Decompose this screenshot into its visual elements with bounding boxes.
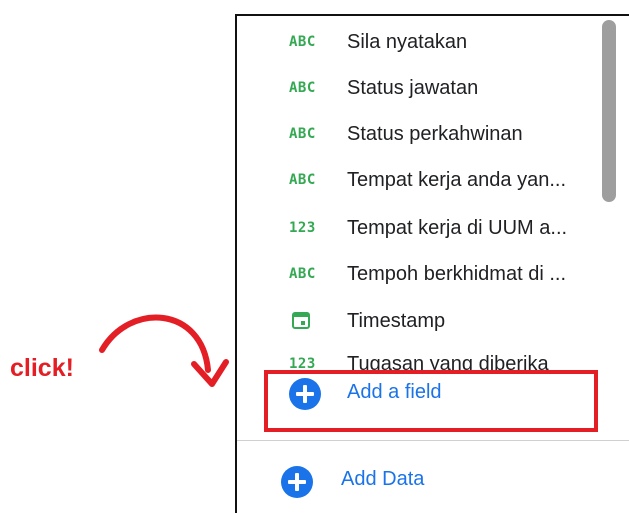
field-item[interactable]: ABC Sila nyatakan <box>237 22 607 62</box>
text-type-icon: ABC <box>289 172 316 188</box>
add-data-button[interactable]: Add Data <box>237 460 629 500</box>
field-label: Tempat kerja di UUM a... <box>347 216 568 239</box>
text-type-icon: ABC <box>289 80 316 96</box>
add-data-label: Add Data <box>341 468 425 490</box>
field-item[interactable]: ABC Status perkahwinan <box>237 114 607 154</box>
field-label: Status jawatan <box>347 76 479 99</box>
scrollbar[interactable] <box>602 20 616 202</box>
text-type-icon: ABC <box>289 266 316 282</box>
field-label: Status perkahwinan <box>347 122 523 145</box>
field-item[interactable]: ABC Tempoh berkhidmat di ... <box>237 254 607 294</box>
field-item[interactable]: Timestamp <box>237 301 607 341</box>
field-label: Tempoh berkhidmat di ... <box>347 262 566 285</box>
field-item[interactable]: ABC Tempat kerja anda yan... <box>237 160 607 200</box>
field-label: Timestamp <box>347 309 446 332</box>
divider <box>237 440 629 441</box>
add-circle-icon <box>281 466 313 498</box>
field-item[interactable]: ABC Status jawatan <box>237 68 607 108</box>
calendar-icon <box>292 312 310 329</box>
field-item[interactable]: 123 Tempat kerja di UUM a... <box>237 208 607 248</box>
number-type-icon: 123 <box>289 220 316 236</box>
highlight-box <box>264 370 598 432</box>
text-type-icon: ABC <box>289 126 316 142</box>
text-type-icon: ABC <box>289 34 316 50</box>
field-label: Tempat kerja anda yan... <box>347 168 567 191</box>
field-label: Sila nyatakan <box>347 30 468 53</box>
click-annotation: click! <box>10 354 74 382</box>
field-panel: ABC Sila nyatakan ABC Status jawatan ABC… <box>235 14 629 513</box>
